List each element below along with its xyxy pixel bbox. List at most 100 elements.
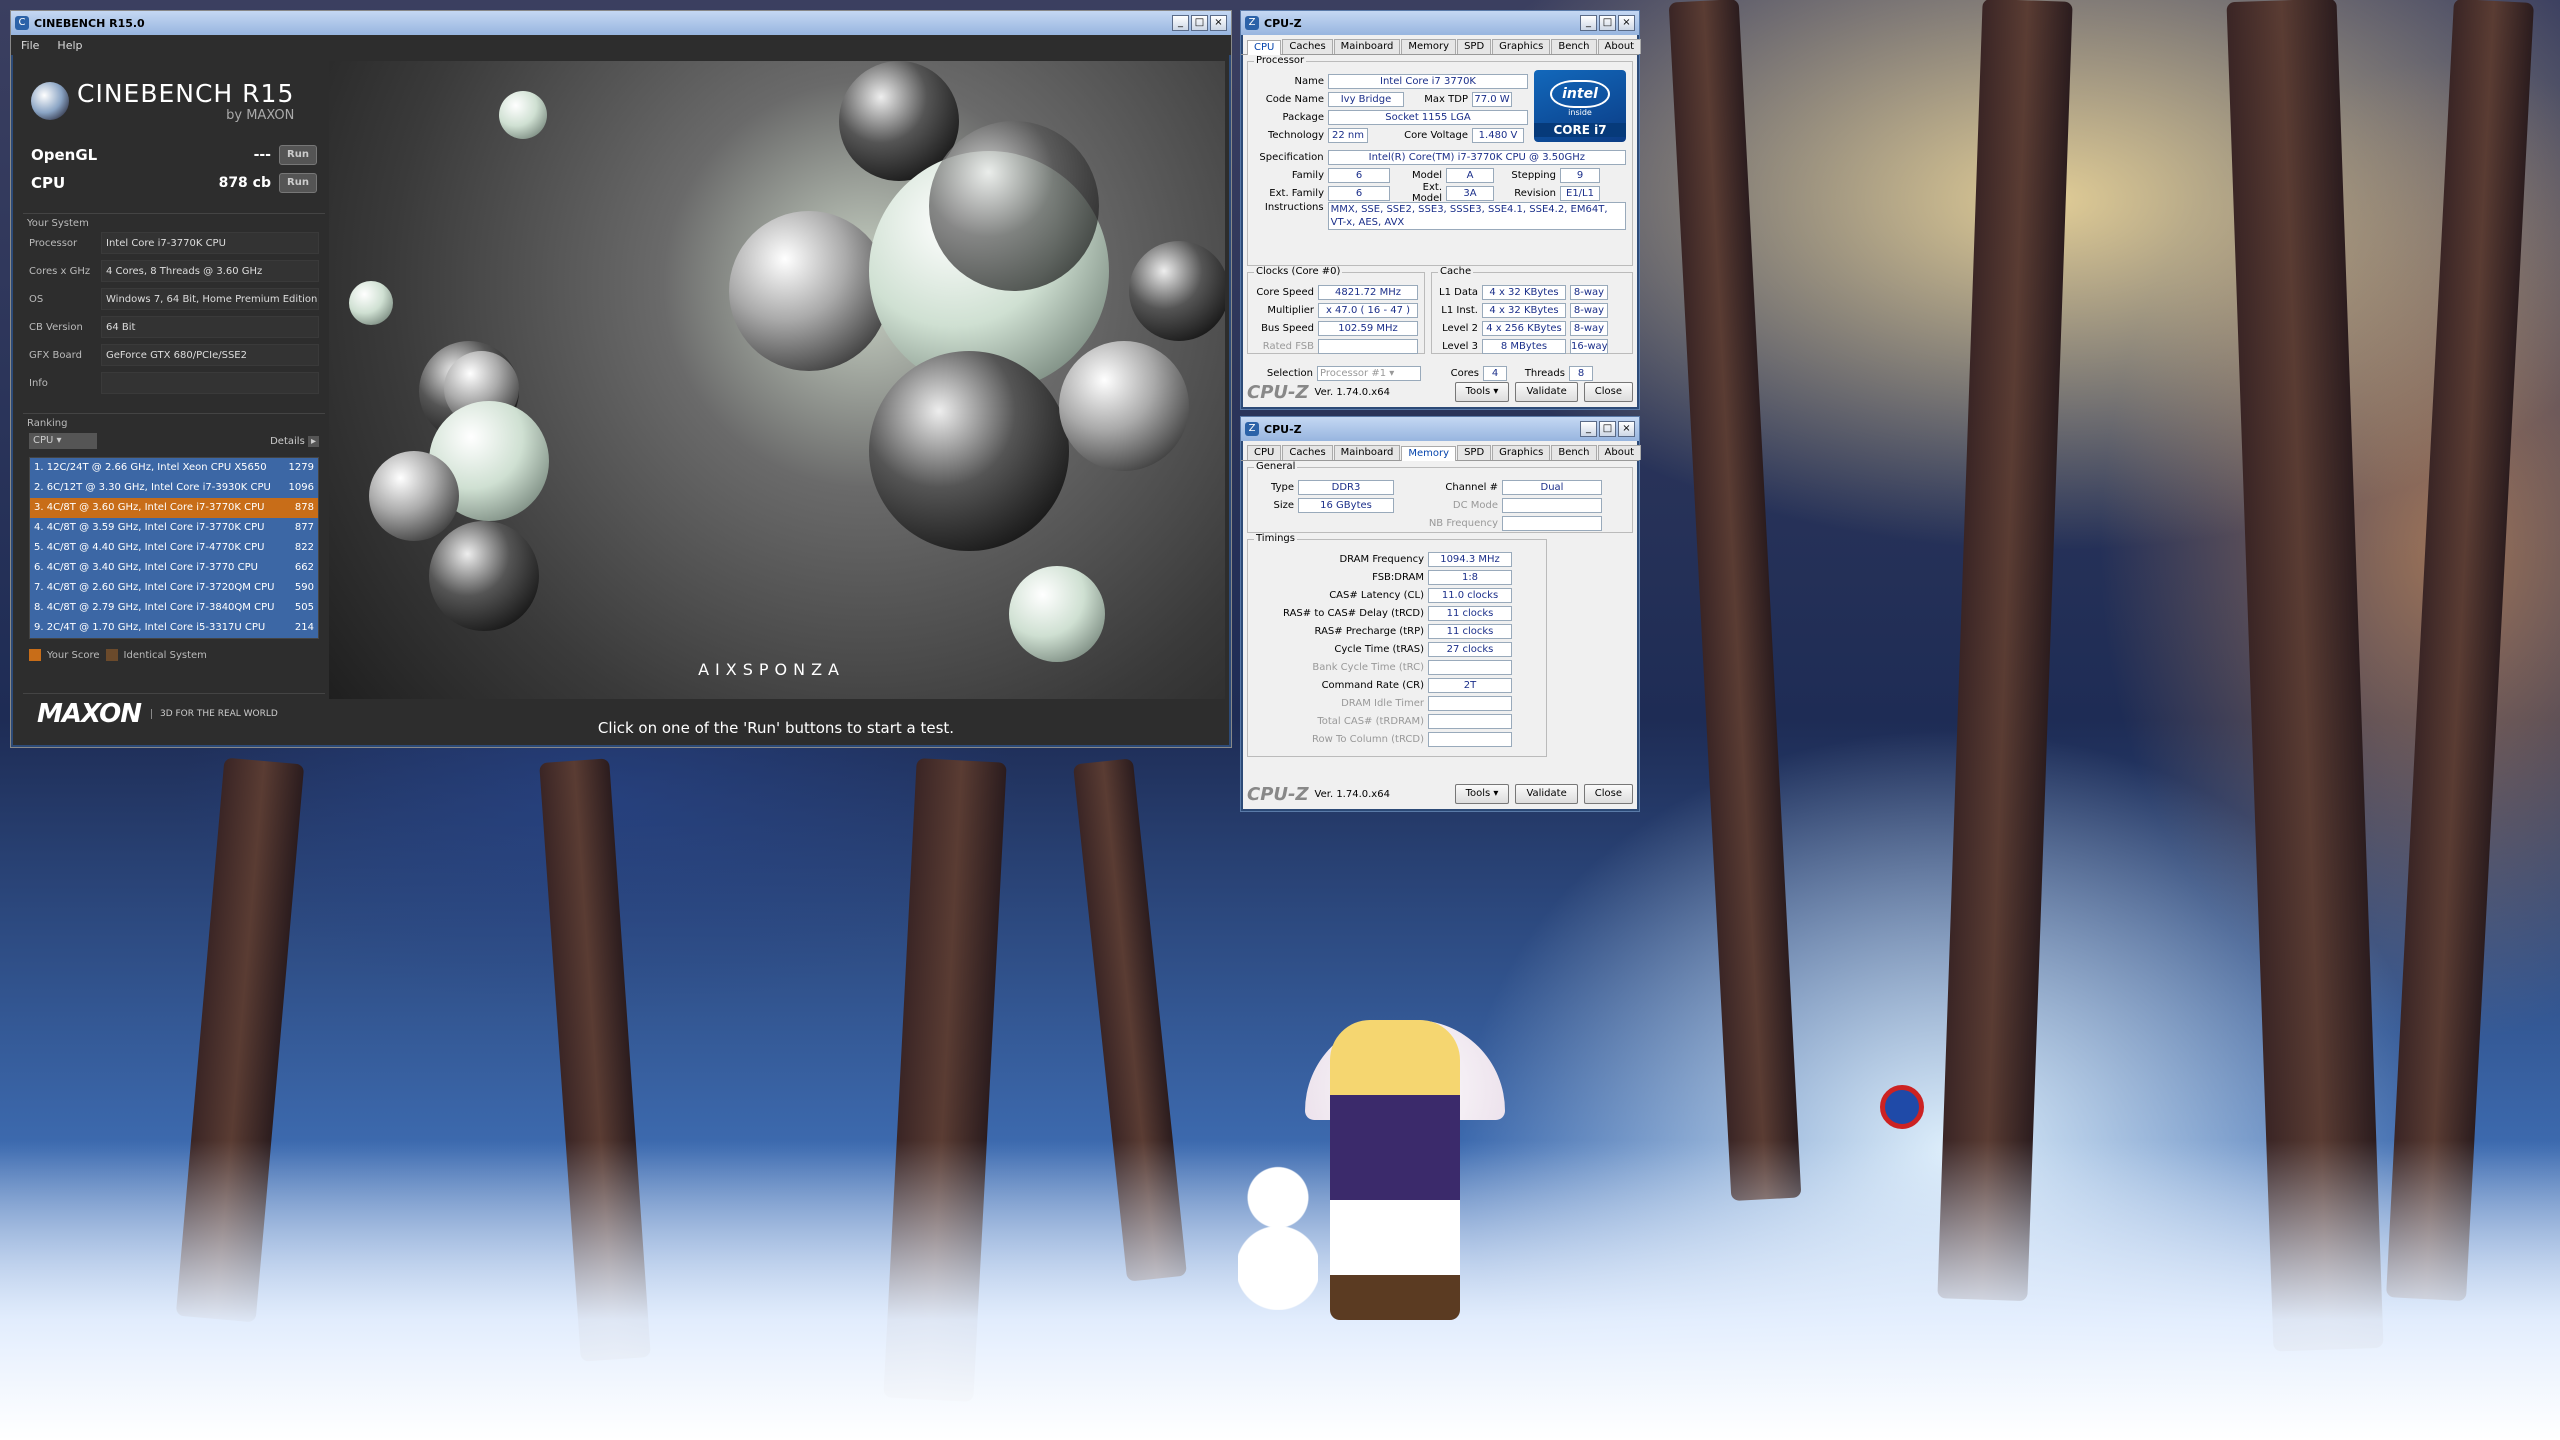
ranking-item[interactable]: 2. 6C/12T @ 3.30 GHz, Intel Core i7-3930… (30, 478, 318, 498)
maximize-button[interactable]: □ (1599, 15, 1616, 31)
chevron-down-icon: ▾ (56, 435, 62, 446)
validate-button[interactable]: Validate (1515, 382, 1578, 402)
tab-spd[interactable]: SPD (1457, 39, 1492, 54)
ranking-score: 878 (294, 502, 314, 513)
cpu-tab-body: Processor intel inside CORE i7 Name Intel… (1247, 55, 1633, 382)
tab-mainboard[interactable]: Mainboard (1333, 445, 1401, 460)
field-label: Selection (1266, 367, 1313, 379)
tab-graphics[interactable]: Graphics (1492, 445, 1551, 460)
menu-help[interactable]: Help (57, 39, 82, 52)
tab-about[interactable]: About (1597, 445, 1642, 460)
ranking-score: 505 (294, 602, 314, 613)
arrow-right-icon: ▸ (307, 435, 319, 447)
channel-value: Dual (1502, 479, 1602, 495)
ranking-score: 1279 (288, 462, 314, 473)
ranking-item[interactable]: 4. 4C/8T @ 3.59 GHz, Intel Core i7-3770K… (30, 518, 318, 538)
cpu-run-button[interactable]: Run (279, 173, 317, 193)
cpuz-titlebar[interactable]: Z CPU-Z _ □ × (1241, 11, 1639, 35)
render-sphere (369, 451, 459, 541)
tab-bench[interactable]: Bench (1551, 39, 1597, 54)
close-button[interactable]: × (1618, 421, 1635, 437)
opengl-row: OpenGL --- Run (23, 141, 325, 169)
window-title: CPU-Z (1264, 16, 1302, 30)
field-label: Ext. Model (1411, 182, 1442, 204)
timing-label: DRAM Idle Timer (1341, 697, 1424, 709)
render-sphere (429, 521, 539, 631)
maximize-button[interactable]: □ (1191, 15, 1208, 31)
ranking-item[interactable]: 5. 4C/8T @ 4.40 GHz, Intel Core i7-4770K… (30, 538, 318, 558)
multiplier-value: x 47.0 ( 16 - 47 ) (1318, 302, 1418, 318)
ranking-score: 877 (294, 522, 314, 533)
ranking-item[interactable]: 6. 4C/8T @ 3.40 GHz, Intel Core i7-3770 … (30, 558, 318, 578)
nb-frequency-value (1502, 515, 1602, 531)
field-label: Family (1291, 169, 1324, 181)
tab-caches[interactable]: Caches (1282, 39, 1333, 54)
cpuz-titlebar[interactable]: Z CPU-Z _ □ × (1241, 417, 1639, 441)
ranking-dropdown[interactable]: CPU ▾ (29, 433, 97, 449)
close-button[interactable]: × (1618, 15, 1635, 31)
tools-button[interactable]: Tools ▾ (1454, 784, 1510, 804)
tab-mainboard[interactable]: Mainboard (1333, 39, 1401, 54)
chevron-down-icon: ▾ (1493, 386, 1499, 397)
cpu-label: CPU (31, 174, 66, 192)
dc-mode-value (1502, 497, 1602, 513)
details-toggle[interactable]: Details ▸ (270, 435, 319, 447)
ranking-score: 662 (294, 562, 314, 573)
legend-your-score: Your Score (47, 649, 100, 661)
tab-about[interactable]: About (1597, 39, 1642, 54)
tools-label: Tools (1465, 386, 1491, 397)
field-label: Specification (1259, 151, 1324, 163)
clocks-group: Clocks (Core #0) Core Speed 4821.72 MHz M… (1247, 266, 1425, 354)
tab-bench[interactable]: Bench (1551, 445, 1597, 460)
menu-file[interactable]: File (21, 39, 39, 52)
field-label: Multiplier (1267, 304, 1314, 316)
field-label: Technology (1267, 129, 1324, 141)
field-label: Size (1273, 499, 1294, 511)
tab-memory[interactable]: Memory (1401, 446, 1457, 461)
opengl-score: --- (253, 147, 271, 163)
memory-tab-body: General Type DDR3 Size 16 GBytes Channel #… (1247, 461, 1633, 757)
version-label: Ver. 1.74.0.x64 (1314, 386, 1390, 398)
processor-select[interactable]: Processor #1 ▾ (1317, 365, 1421, 381)
tab-spd[interactable]: SPD (1457, 445, 1492, 460)
tab-cpu[interactable]: CPU (1247, 40, 1282, 55)
maximize-button[interactable]: □ (1599, 421, 1616, 437)
ranking-score: 590 (294, 582, 314, 593)
status-message: Click on one of the 'Run' buttons to sta… (597, 719, 955, 737)
field-label: Instructions (1264, 202, 1324, 213)
render-sphere (729, 211, 889, 371)
system-row: Processor Intel Core i7-3770K CPU (23, 229, 325, 257)
render-sphere (1059, 341, 1189, 471)
tab-memory[interactable]: Memory (1401, 39, 1457, 54)
ranking-item[interactable]: 9. 2C/4T @ 1.70 GHz, Intel Core i5-3317U… (30, 618, 318, 638)
validate-button[interactable]: Validate (1515, 784, 1578, 804)
close-app-button[interactable]: Close (1583, 382, 1633, 402)
render-viewport: AIXSPONZA (329, 61, 1225, 699)
tab-caches[interactable]: Caches (1282, 445, 1333, 460)
timing-value: 11 clocks (1428, 605, 1512, 621)
system-value: Windows 7, 64 Bit, Home Premium Edition … (101, 288, 319, 327)
timing-value: 1:8 (1428, 569, 1512, 585)
timing-value: 11.0 clocks (1428, 587, 1512, 603)
system-info: Processor Intel Core i7-3770K CPU Cores x… (23, 229, 325, 397)
ranking-item[interactable]: 1. 12C/24T @ 2.66 GHz, Intel Xeon CPU X5… (30, 458, 318, 478)
minimize-button[interactable]: _ (1580, 421, 1597, 437)
close-button[interactable]: × (1210, 15, 1227, 31)
ranking-item[interactable]: 7. 4C/8T @ 2.60 GHz, Intel Core i7-3720Q… (30, 578, 318, 598)
timing-label: Total CAS# (tRDRAM) (1317, 715, 1424, 727)
legend-identical-system: Identical System (123, 649, 207, 661)
ranking-item[interactable]: 8. 4C/8T @ 2.79 GHz, Intel Core i7-3840Q… (30, 598, 318, 618)
tab-graphics[interactable]: Graphics (1492, 39, 1551, 54)
tab-cpu[interactable]: CPU (1247, 445, 1282, 460)
cpuz-app-icon: Z (1245, 422, 1259, 436)
info-field[interactable] (101, 372, 319, 394)
opengl-run-button[interactable]: Run (279, 145, 317, 165)
minimize-button[interactable]: _ (1580, 15, 1597, 31)
cinebench-titlebar[interactable]: C CINEBENCH R15.0 _ □ × (11, 11, 1231, 35)
threads-value: 8 (1569, 365, 1593, 381)
ranking-item-your-score[interactable]: 3. 4C/8T @ 3.60 GHz, Intel Core i7-3770K… (30, 498, 318, 518)
group-title: General (1254, 461, 1298, 472)
close-app-button[interactable]: Close (1583, 784, 1633, 804)
tools-button[interactable]: Tools ▾ (1454, 382, 1510, 402)
minimize-button[interactable]: _ (1172, 15, 1189, 31)
